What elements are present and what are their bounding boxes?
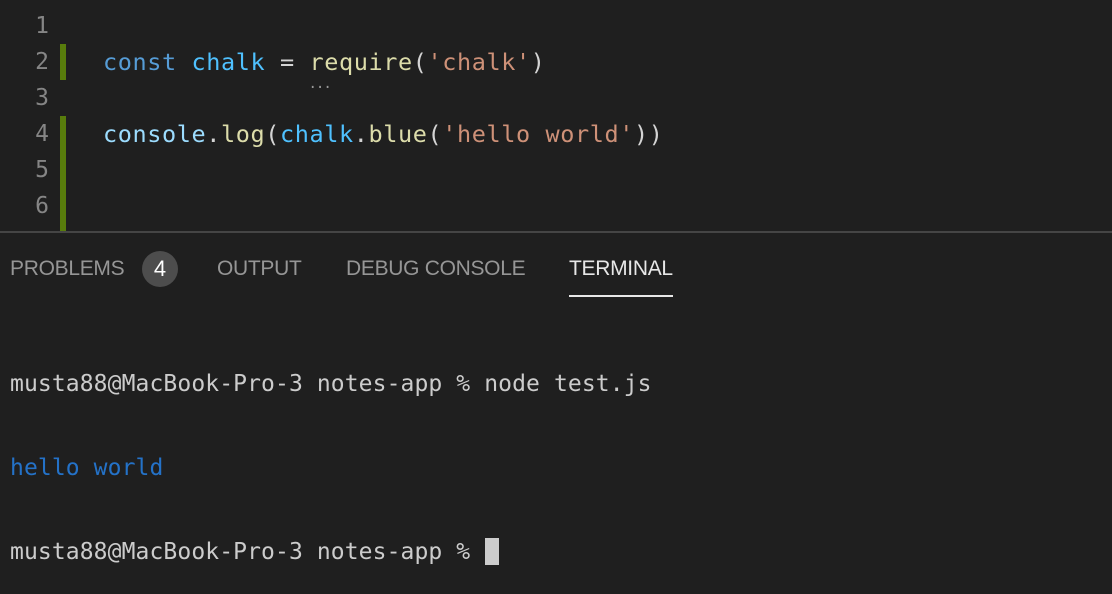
shell-prompt: musta88@MacBook-Pro-3 notes-app % <box>10 539 485 565</box>
shell-prompt: musta88@MacBook-Pro-3 notes-app % <box>10 371 485 397</box>
token-punctuation: . <box>353 120 369 148</box>
line-number: 6 <box>35 193 49 219</box>
token-function-with-hint[interactable]: require <box>310 48 413 76</box>
token-string: 'chalk' <box>427 48 531 76</box>
line-number: 5 <box>35 157 49 183</box>
modified-line-indicator <box>60 116 66 152</box>
terminal-line: musta88@MacBook-Pro-3 notes-app % node t… <box>10 370 652 398</box>
token-punctuation: . <box>206 120 221 148</box>
token-function: log <box>221 120 266 148</box>
line-number: 1 <box>35 13 49 39</box>
modified-line-indicator <box>60 188 66 224</box>
line-number: 3 <box>35 85 49 111</box>
problems-count-badge: 4 <box>142 251 178 287</box>
editor-line-4[interactable]: 4 console.log(chalk.blue('hello world')) <box>0 116 1112 157</box>
editor-line-6[interactable]: 6 <box>0 188 1112 229</box>
token-keyword: const <box>103 48 177 76</box>
token-punctuation: ) <box>530 48 546 76</box>
terminal-output-line: hello world <box>10 454 652 482</box>
token-object: console <box>103 120 207 148</box>
panel-tab-bar: PROBLEMS 4 OUTPUT DEBUG CONSOLE TERMINAL <box>0 233 1112 303</box>
shell-command: node test.js <box>484 371 652 397</box>
code-text[interactable]: const chalk = require('chalk') <box>103 44 546 80</box>
editor-line-5[interactable]: 5 <box>0 152 1112 193</box>
token-punctuation: ( <box>427 120 443 148</box>
token-string: 'hello world' <box>442 120 634 148</box>
tab-problems[interactable]: PROBLEMS <box>10 257 125 281</box>
code-text[interactable]: console.log(chalk.blue('hello world')) <box>103 116 663 152</box>
token-punctuation: ( <box>265 120 280 148</box>
modified-line-indicator <box>60 44 66 80</box>
terminal-input-line[interactable]: musta88@MacBook-Pro-3 notes-app % <box>10 538 652 566</box>
active-tab-indicator <box>569 295 673 297</box>
command-output: hello world <box>10 455 164 481</box>
tab-label: TERMINAL <box>569 257 673 280</box>
token-punctuation: )) <box>633 120 664 148</box>
tab-debug-console[interactable]: DEBUG CONSOLE <box>346 257 526 281</box>
token-variable: chalk <box>191 48 266 76</box>
tab-label: DEBUG CONSOLE <box>346 257 526 280</box>
tab-output[interactable]: OUTPUT <box>217 257 302 281</box>
terminal-view[interactable]: musta88@MacBook-Pro-3 notes-app % node t… <box>10 314 652 594</box>
terminal-cursor <box>485 538 500 565</box>
tab-label: PROBLEMS <box>10 257 125 280</box>
line-number: 2 <box>35 49 49 75</box>
tab-label: OUTPUT <box>217 257 302 280</box>
modified-line-indicator <box>60 152 66 188</box>
tab-terminal[interactable]: TERMINAL <box>569 257 673 297</box>
editor-line-2[interactable]: 2 const chalk = require('chalk') <box>0 44 1112 85</box>
code-editor[interactable]: 1 2 const chalk = require('chalk') 3 4 c… <box>0 0 1112 231</box>
token-variable: chalk <box>280 120 354 148</box>
token-punctuation: ( <box>412 48 428 76</box>
token-operator: = <box>265 48 310 76</box>
line-number: 7 <box>0 224 49 231</box>
modified-line-indicator <box>60 224 66 231</box>
token-function: blue <box>368 120 428 148</box>
line-number: 4 <box>35 121 49 147</box>
